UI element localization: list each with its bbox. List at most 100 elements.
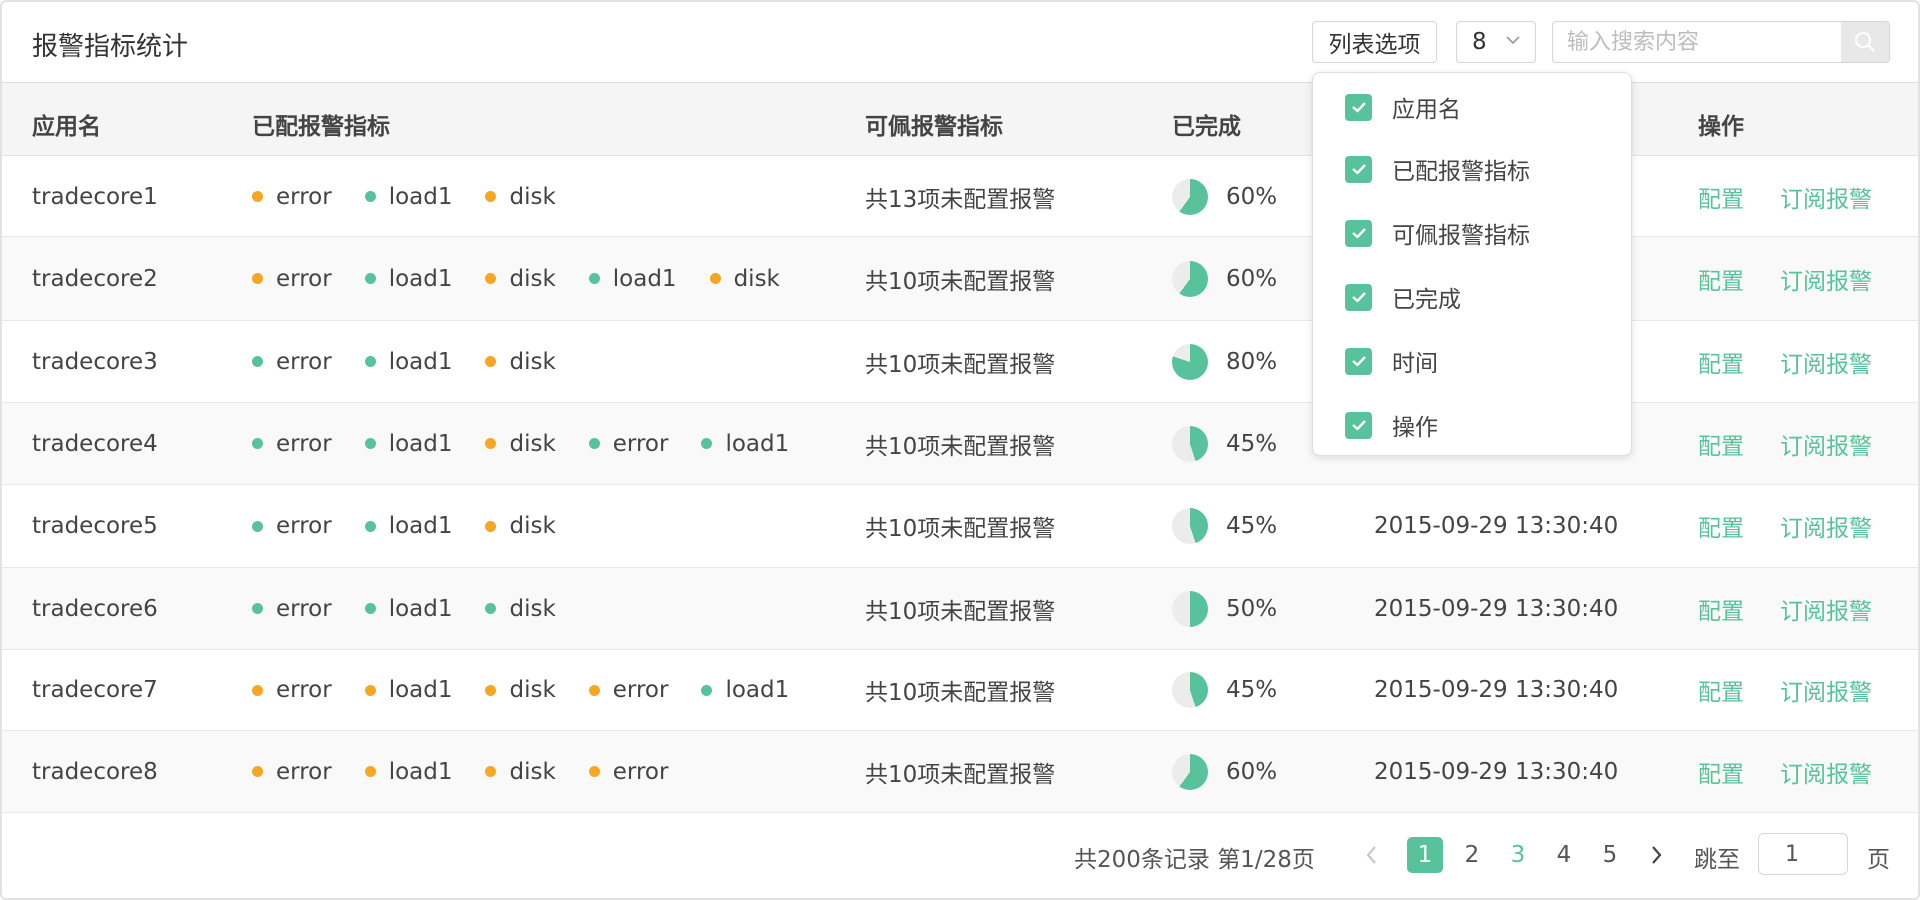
page-button-4[interactable]: 4 — [1546, 837, 1582, 873]
metric-label: load1 — [388, 265, 453, 292]
status-dot-icon — [485, 520, 497, 532]
completion: 50% — [1172, 568, 1277, 649]
subscribe-alarm-link[interactable]: 订阅报警 — [1780, 403, 1872, 484]
completion: 45% — [1172, 403, 1277, 484]
metric-label: load1 — [388, 758, 453, 785]
page-button-2[interactable]: 2 — [1454, 837, 1490, 873]
column-option-label: 已配报警指标 — [1392, 159, 1530, 185]
column-option-done[interactable]: 已完成 — [1345, 280, 1461, 314]
available-metrics: 共10项未配置报警 — [865, 516, 1056, 542]
search-input[interactable] — [1553, 22, 1843, 62]
status-dot-icon — [485, 766, 497, 777]
checkbox-checked[interactable] — [1345, 411, 1372, 439]
search-button[interactable] — [1841, 22, 1889, 62]
search-icon — [1855, 32, 1875, 52]
page-size-select[interactable]: 8 — [1456, 21, 1536, 63]
metric-tag: error — [588, 677, 668, 703]
configure-link[interactable]: 配置 — [1698, 157, 1744, 236]
subscribe-alarm-link[interactable]: 订阅报警 — [1780, 731, 1872, 812]
metric-label: error — [276, 430, 332, 457]
configured-metrics: error load1 disk — [252, 485, 589, 567]
metric-tag: load1 — [364, 758, 453, 785]
status-dot-icon — [364, 191, 376, 202]
metric-label: disk — [509, 595, 556, 622]
status-dot-icon — [252, 603, 263, 614]
configure-link[interactable]: 配置 — [1698, 403, 1744, 484]
metric-label: disk — [509, 430, 556, 457]
configure-link[interactable]: 配置 — [1698, 485, 1744, 567]
checkbox-checked[interactable] — [1345, 283, 1372, 311]
subscribe-alarm-link[interactable]: 订阅报警 — [1780, 568, 1872, 649]
check-icon — [1351, 228, 1366, 239]
configure-link[interactable]: 配置 — [1698, 731, 1744, 812]
configure-link[interactable]: 配置 — [1698, 321, 1744, 402]
metric-tag: load1 — [364, 348, 453, 375]
table-row: tradecore8 error load1 disk error 共10项未配置报警 60… — [2, 731, 1918, 813]
metric-label: error — [276, 265, 332, 292]
page-button-5[interactable]: 5 — [1592, 837, 1628, 873]
column-option-time[interactable]: 时间 — [1345, 344, 1438, 378]
checkbox-checked[interactable] — [1345, 155, 1372, 183]
completion-pie-icon — [1172, 425, 1208, 462]
status-dot-icon — [588, 684, 600, 696]
metric-tag: error — [588, 431, 668, 457]
list-options-button[interactable]: 列表选项 — [1312, 21, 1437, 63]
jump-page-input[interactable] — [1758, 833, 1848, 875]
column-option-app[interactable]: 应用名 — [1345, 90, 1461, 124]
page-button-1[interactable]: 1 — [1407, 837, 1443, 873]
status-dot-icon — [252, 766, 263, 777]
subscribe-alarm-link[interactable]: 订阅报警 — [1780, 485, 1872, 567]
status-dot-icon — [364, 603, 376, 614]
check-icon — [1351, 356, 1366, 367]
checkbox-checked[interactable] — [1345, 347, 1372, 375]
metric-label: load1 — [388, 513, 453, 539]
column-header-available: 可佩报警指标 — [865, 114, 1003, 140]
check-icon — [1351, 420, 1366, 431]
available-metrics: 共10项未配置报警 — [865, 268, 1056, 295]
metric-label: error — [276, 183, 332, 210]
status-dot-icon — [701, 684, 713, 696]
metric-tag: load1 — [588, 266, 677, 292]
metric-tag: disk — [485, 513, 556, 539]
metric-label: error — [276, 677, 332, 703]
metric-label: load1 — [725, 677, 790, 703]
subscribe-alarm-link[interactable]: 订阅报警 — [1780, 321, 1872, 402]
subscribe-alarm-link[interactable]: 订阅报警 — [1780, 237, 1872, 320]
app-name: tradecore5 — [32, 513, 158, 539]
metric-tag: error — [252, 513, 332, 539]
subscribe-alarm-link[interactable]: 订阅报警 — [1780, 157, 1872, 236]
configure-link[interactable]: 配置 — [1698, 568, 1744, 649]
metric-tag: disk — [485, 430, 556, 457]
pagination: 共200条记录 第1/28页 1 2 3 4 5 跳至 页 — [2, 813, 1918, 898]
completion: 60% — [1172, 157, 1277, 236]
timestamp: 2015-09-29 13:30:40 — [1374, 595, 1619, 622]
alarm-stats-panel: 报警指标统计 列表选项 8 应用名 已配报警指标 可佩报警指标 已完成 时间 操… — [0, 0, 1920, 900]
check-icon — [1351, 164, 1366, 175]
column-option-available[interactable]: 可佩报警指标 — [1345, 216, 1530, 250]
next-page-button[interactable] — [1638, 837, 1674, 873]
app-name: tradecore1 — [32, 183, 158, 210]
subscribe-alarm-link[interactable]: 订阅报警 — [1780, 650, 1872, 730]
metric-label: error — [276, 348, 332, 375]
app-name: tradecore4 — [32, 430, 158, 457]
configure-link[interactable]: 配置 — [1698, 650, 1744, 730]
search-box — [1552, 21, 1890, 63]
prev-page-button[interactable] — [1354, 837, 1390, 873]
status-dot-icon — [588, 273, 600, 284]
checkbox-checked[interactable] — [1345, 219, 1372, 247]
metric-label: disk — [509, 265, 556, 292]
timestamp: 2015-09-29 13:30:40 — [1374, 513, 1619, 539]
column-option-configured[interactable]: 已配报警指标 — [1345, 152, 1530, 186]
checkbox-checked[interactable] — [1345, 93, 1372, 121]
metric-list: error load1 disk — [252, 513, 589, 539]
status-dot-icon — [364, 520, 376, 532]
completion-pie-icon — [1172, 178, 1208, 215]
status-dot-icon — [252, 356, 263, 367]
configure-link[interactable]: 配置 — [1698, 237, 1744, 320]
app-name: tradecore8 — [32, 758, 158, 785]
completion-pie-icon — [1172, 590, 1208, 627]
metric-label: load1 — [388, 348, 453, 375]
page-button-3[interactable]: 3 — [1500, 837, 1536, 873]
column-option-actions[interactable]: 操作 — [1345, 408, 1438, 442]
chevron-right-icon — [1652, 846, 1662, 864]
